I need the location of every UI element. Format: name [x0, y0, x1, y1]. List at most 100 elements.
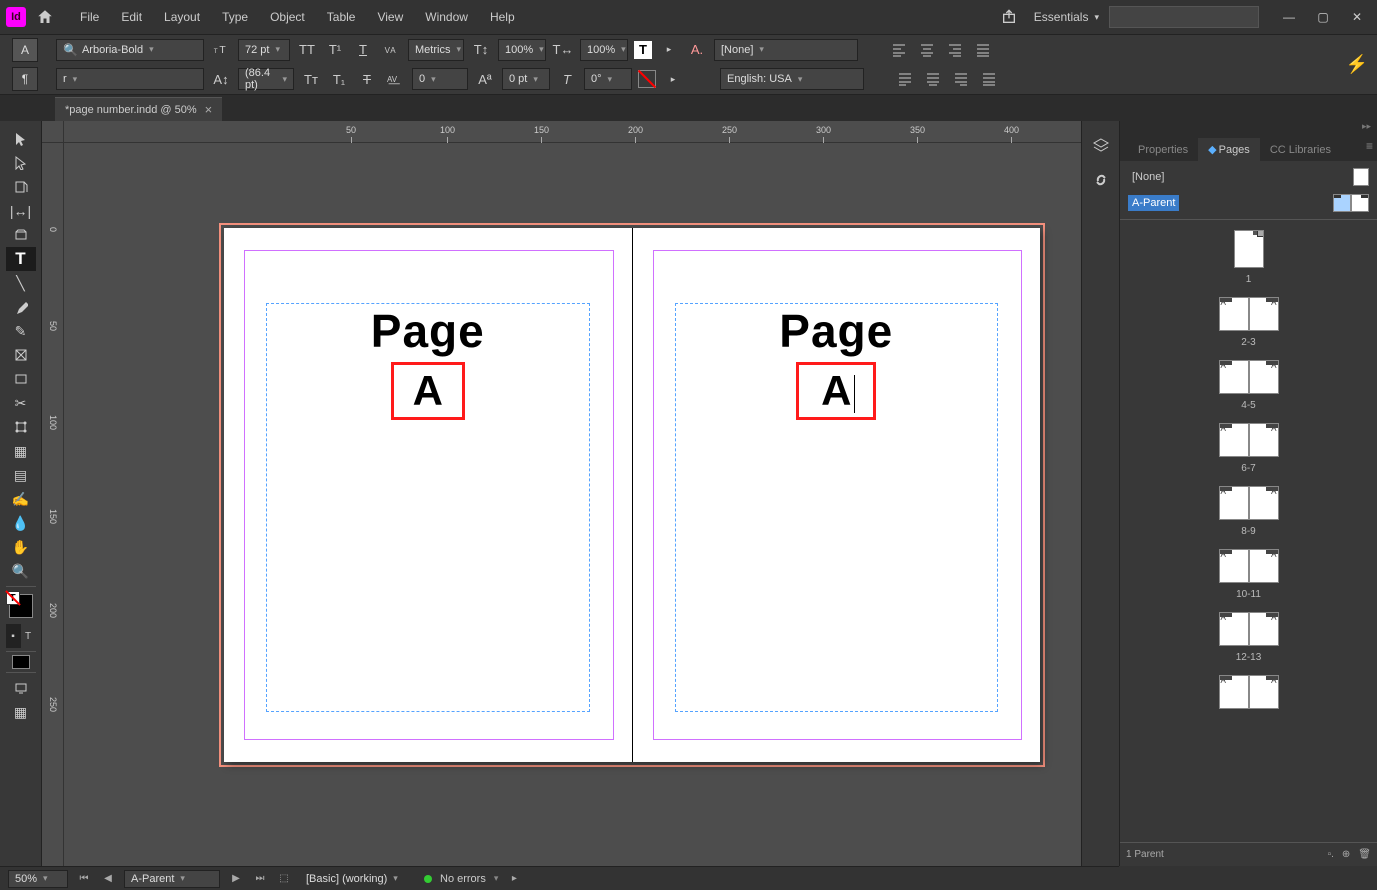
free-transform-tool-icon[interactable]	[6, 415, 36, 439]
panel-menu-icon[interactable]: ≡	[1366, 139, 1373, 153]
tab-close-icon[interactable]: ×	[205, 102, 213, 117]
preview-mode-icon[interactable]: ▦	[6, 700, 36, 724]
line-tool-icon[interactable]: ╲	[6, 271, 36, 295]
parent-spread[interactable]: Page A Page A	[224, 228, 1040, 762]
underline-icon[interactable]: T	[352, 39, 374, 61]
open-dialog-icon[interactable]: ⬚	[276, 871, 292, 887]
gradient-swatch-tool-icon[interactable]: ▦	[6, 439, 36, 463]
tab-properties[interactable]: Properties	[1128, 139, 1198, 161]
minimize-button[interactable]: —	[1275, 5, 1303, 29]
ruler-origin[interactable]	[42, 121, 64, 143]
page-thumb-extra[interactable]	[1219, 675, 1279, 709]
next-page-icon[interactable]: ▶	[228, 871, 244, 887]
screen-mode-icon[interactable]	[6, 676, 36, 700]
horizontal-ruler[interactable]: 50 100 150 200 250 300 350 400	[64, 121, 1081, 143]
page-nav-combo[interactable]: A-Parent	[124, 870, 220, 888]
character-mode-icon[interactable]: A	[12, 38, 38, 62]
menu-object[interactable]: Object	[260, 6, 315, 28]
align-right-icon[interactable]	[944, 39, 966, 61]
page-thumbnails[interactable]: 1 2-3 4-5 6-7 8-9 10-11 12-13	[1120, 220, 1377, 842]
zoom-tool-icon[interactable]: 🔍	[6, 559, 36, 583]
align-center-icon[interactable]	[916, 39, 938, 61]
justify-icon[interactable]	[972, 39, 994, 61]
justify-right-icon[interactable]	[950, 68, 972, 90]
vertical-ruler[interactable]: 0 50 100 150 200 250	[42, 143, 64, 866]
note-tool-icon[interactable]: ✍	[6, 487, 36, 511]
fill-stroke-swatch[interactable]: T	[9, 594, 33, 618]
paragraph-mode-icon[interactable]: ¶	[12, 67, 38, 91]
left-parent-page[interactable]: Page A	[224, 228, 633, 762]
stroke-swatch-icon[interactable]	[638, 70, 656, 88]
pen-tool-icon[interactable]	[6, 295, 36, 319]
normal-view-icon[interactable]	[12, 655, 30, 669]
links-panel-icon[interactable]	[1090, 169, 1112, 191]
content-collector-icon[interactable]	[6, 223, 36, 247]
eyedropper-tool-icon[interactable]: 💧	[6, 511, 36, 535]
menu-edit[interactable]: Edit	[111, 6, 152, 28]
delete-page-icon[interactable]: 🗑	[1358, 849, 1371, 860]
kerning-combo[interactable]: Metrics	[408, 39, 464, 61]
workspace-switcher[interactable]: Essentials▾	[1034, 10, 1099, 24]
page-thumb-12-13[interactable]	[1219, 612, 1279, 646]
justify-center-icon[interactable]	[922, 68, 944, 90]
type-tool-icon[interactable]: T	[6, 247, 36, 271]
language-combo[interactable]: English: USA	[720, 68, 864, 90]
last-page-icon[interactable]: ⏭	[252, 871, 268, 887]
page-thumb-4-5[interactable]	[1219, 360, 1279, 394]
parent-none-row[interactable]: [None]	[1128, 167, 1369, 187]
skew-combo[interactable]: 0°	[584, 68, 632, 90]
new-page-icon[interactable]: ⊕	[1342, 849, 1350, 860]
page-number-marker[interactable]: A	[391, 362, 465, 420]
quick-apply-icon[interactable]: ⚡	[1346, 54, 1368, 76]
strike-icon[interactable]: T	[356, 68, 378, 90]
fill-chevron-icon[interactable]: ▸	[658, 39, 680, 61]
panel-collapse-icon[interactable]: ▸▸	[1362, 121, 1371, 133]
font-family-combo[interactable]: 🔍Arboria-Bold	[56, 39, 204, 61]
share-icon[interactable]	[998, 6, 1020, 28]
vscale-combo[interactable]: 100%	[498, 39, 546, 61]
search-input[interactable]	[1109, 6, 1259, 28]
text-frame-left[interactable]: Page A	[266, 303, 590, 712]
text-frame-right[interactable]: Page A	[675, 303, 999, 712]
allcaps-icon[interactable]: TT	[296, 39, 318, 61]
selection-tool-icon[interactable]	[6, 127, 36, 151]
font-size-combo[interactable]: 72 pt	[238, 39, 290, 61]
home-icon[interactable]	[34, 6, 56, 28]
edit-page-size-icon[interactable]: ▫.	[1328, 849, 1334, 860]
parent-a-thumb[interactable]	[1333, 194, 1369, 212]
page-thumb-1[interactable]	[1234, 230, 1264, 268]
menu-window[interactable]: Window	[415, 6, 478, 28]
smallcaps-icon[interactable]: Tᴛ	[300, 68, 322, 90]
object-style-combo[interactable]: [Basic] (working)	[300, 870, 416, 888]
menu-layout[interactable]: Layout	[154, 6, 210, 28]
menu-view[interactable]: View	[367, 6, 413, 28]
page-thumb-6-7[interactable]	[1219, 423, 1279, 457]
menu-table[interactable]: Table	[317, 6, 366, 28]
page-thumb-8-9[interactable]	[1219, 486, 1279, 520]
menu-help[interactable]: Help	[480, 6, 525, 28]
hscale-combo[interactable]: 100%	[580, 39, 628, 61]
rectangle-frame-tool-icon[interactable]	[6, 343, 36, 367]
superscript-icon[interactable]: T¹	[324, 39, 346, 61]
align-left-icon[interactable]	[888, 39, 910, 61]
menu-type[interactable]: Type	[212, 6, 258, 28]
leading-combo[interactable]: (86.4 pt)	[238, 68, 294, 90]
page-number-marker[interactable]: A	[796, 362, 876, 420]
layers-panel-icon[interactable]	[1090, 135, 1112, 157]
apply-text-icon[interactable]: T	[21, 624, 36, 648]
status-expand-icon[interactable]: ▸	[506, 871, 522, 887]
hand-tool-icon[interactable]: ✋	[6, 535, 36, 559]
font-style-combo[interactable]: r	[56, 68, 204, 90]
pencil-tool-icon[interactable]: ✎	[6, 319, 36, 343]
stroke-chevron-icon[interactable]: ▸	[662, 68, 684, 90]
prev-page-icon[interactable]: ◀	[100, 871, 116, 887]
maximize-button[interactable]: ▢	[1309, 5, 1337, 29]
gradient-feather-tool-icon[interactable]: ▤	[6, 463, 36, 487]
document-tab[interactable]: *page number.indd @ 50% ×	[55, 97, 222, 121]
menu-file[interactable]: File	[70, 6, 109, 28]
page-tool-icon[interactable]	[6, 175, 36, 199]
tracking-combo[interactable]: 0	[412, 68, 468, 90]
first-page-icon[interactable]: ⏮	[76, 871, 92, 887]
tab-pages[interactable]: ◆Pages	[1198, 138, 1260, 161]
direct-selection-tool-icon[interactable]	[6, 151, 36, 175]
